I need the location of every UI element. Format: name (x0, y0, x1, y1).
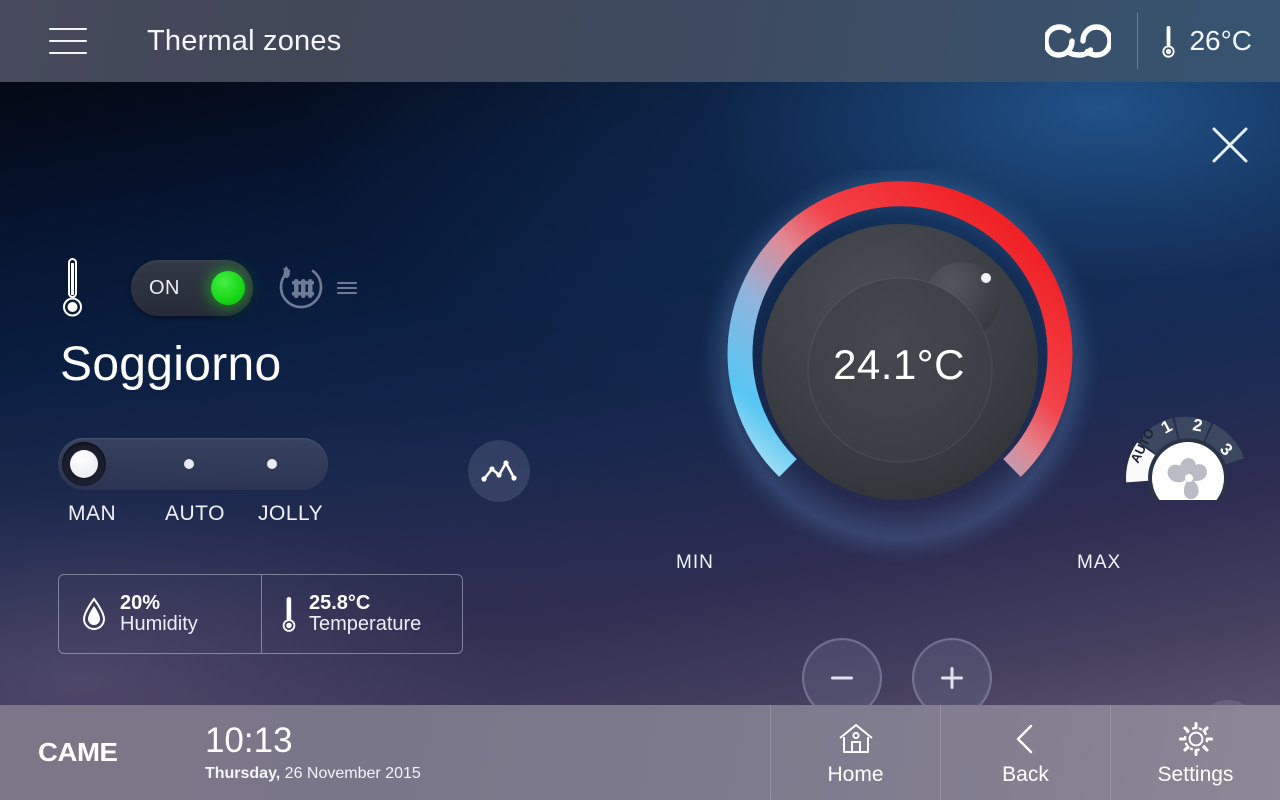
zone-control-panel: ON Soggiorno MAN AUTO JOLLY 20% Humidity… (58, 257, 578, 654)
mode-selector: MAN AUTO JOLLY (58, 438, 530, 525)
minus-icon (831, 676, 853, 680)
mode-option-auto[interactable] (184, 459, 194, 469)
page-title: Thermal zones (147, 24, 342, 57)
temperature-dial[interactable]: 24.1°C (672, 170, 1128, 590)
chevron-left-icon (1009, 719, 1043, 759)
zone-name: Soggiorno (60, 338, 282, 391)
fan-speed-selector[interactable]: AUTO 1 2 3 (1108, 382, 1268, 518)
mode-slider-track[interactable] (58, 438, 328, 490)
thermometer-icon (63, 258, 82, 317)
radiator-flame-icon (279, 266, 323, 309)
zone-status-row: ON (58, 257, 578, 319)
came-brand-logo: CAME (38, 737, 118, 767)
clock-widget: 10:13 Thursday, 26 November 2015 (205, 723, 421, 783)
nav-back[interactable]: Back (940, 705, 1110, 800)
header-right-group: 26°C (1045, 0, 1280, 82)
mode-label-man: MAN (68, 502, 117, 525)
fan-dial-graphic: AUTO 1 2 3 (1126, 415, 1245, 518)
power-toggle-knob (211, 271, 245, 305)
clock-time: 10:13 (204, 720, 293, 760)
humidity-drop-icon (82, 597, 106, 630)
temperature-label: Temperature (309, 613, 422, 635)
app-header: Thermal zones 26°C (0, 0, 1280, 82)
nav-settings[interactable]: Settings (1110, 705, 1280, 800)
sensor-readout-box: 20% Humidity 25.8°C Temperature (58, 574, 463, 654)
clock-date: Thursday, 26 November 2015 (205, 765, 421, 783)
chart-history-button[interactable] (468, 440, 530, 502)
nav-home-label: Home (827, 762, 884, 786)
heating-status-icons (275, 262, 359, 314)
mode-option-man[interactable] (62, 442, 106, 486)
close-icon[interactable] (1209, 124, 1251, 166)
sensor-temperature: 25.8°C Temperature (261, 575, 462, 653)
nav-home[interactable]: Home (770, 705, 940, 800)
mode-selected-knob (70, 450, 98, 478)
decrease-temperature-button[interactable] (802, 638, 882, 705)
came-cloud-logo (1045, 24, 1112, 58)
gear-icon (1177, 719, 1215, 759)
outdoor-temp-value: 26°C (1189, 25, 1252, 56)
thermometer-icon (282, 597, 296, 632)
mode-label-jolly: JOLLY (258, 502, 324, 525)
main-stage: ON Soggiorno MAN AUTO JOLLY 20% Humidity… (0, 82, 1280, 705)
outdoor-temperature: 26°C (1138, 25, 1280, 58)
setpoint-stepper (802, 638, 992, 705)
sensor-humidity: 20% Humidity (59, 575, 261, 653)
increase-temperature-button[interactable] (912, 638, 992, 705)
heat-waves-icon (337, 282, 357, 294)
power-toggle[interactable]: ON (131, 260, 253, 316)
nav-settings-label: Settings (1157, 762, 1234, 786)
thermometer-icon (1162, 25, 1176, 58)
app-footer: CAME 10:13 Thursday, 26 November 2015 Ho… (0, 705, 1280, 800)
home-icon (836, 719, 876, 759)
humidity-label: Humidity (120, 613, 198, 635)
clock-date-value: 26 November 2015 (280, 764, 421, 782)
dial-graphic (700, 170, 1100, 562)
plus-icon (941, 667, 963, 689)
hamburger-icon[interactable] (49, 28, 87, 54)
nav-back-label: Back (1002, 762, 1049, 786)
sensor-humidity-text: 20% Humidity (120, 591, 198, 635)
mode-label-auto: AUTO (165, 502, 225, 525)
sensor-temperature-text: 25.8°C Temperature (309, 591, 422, 635)
mode-option-jolly[interactable] (267, 459, 277, 469)
power-toggle-label: ON (149, 276, 180, 299)
line-chart-icon (481, 460, 517, 482)
humidity-value: 20% (120, 591, 161, 614)
clock-weekday: Thursday, (204, 764, 281, 782)
thermostat-screen: Thermal zones 26°C ON Soggiorno MAN AUTO… (0, 0, 1280, 800)
footer-nav: Home Back Settings (770, 705, 1280, 800)
temperature-value: 25.8°C (309, 591, 371, 614)
